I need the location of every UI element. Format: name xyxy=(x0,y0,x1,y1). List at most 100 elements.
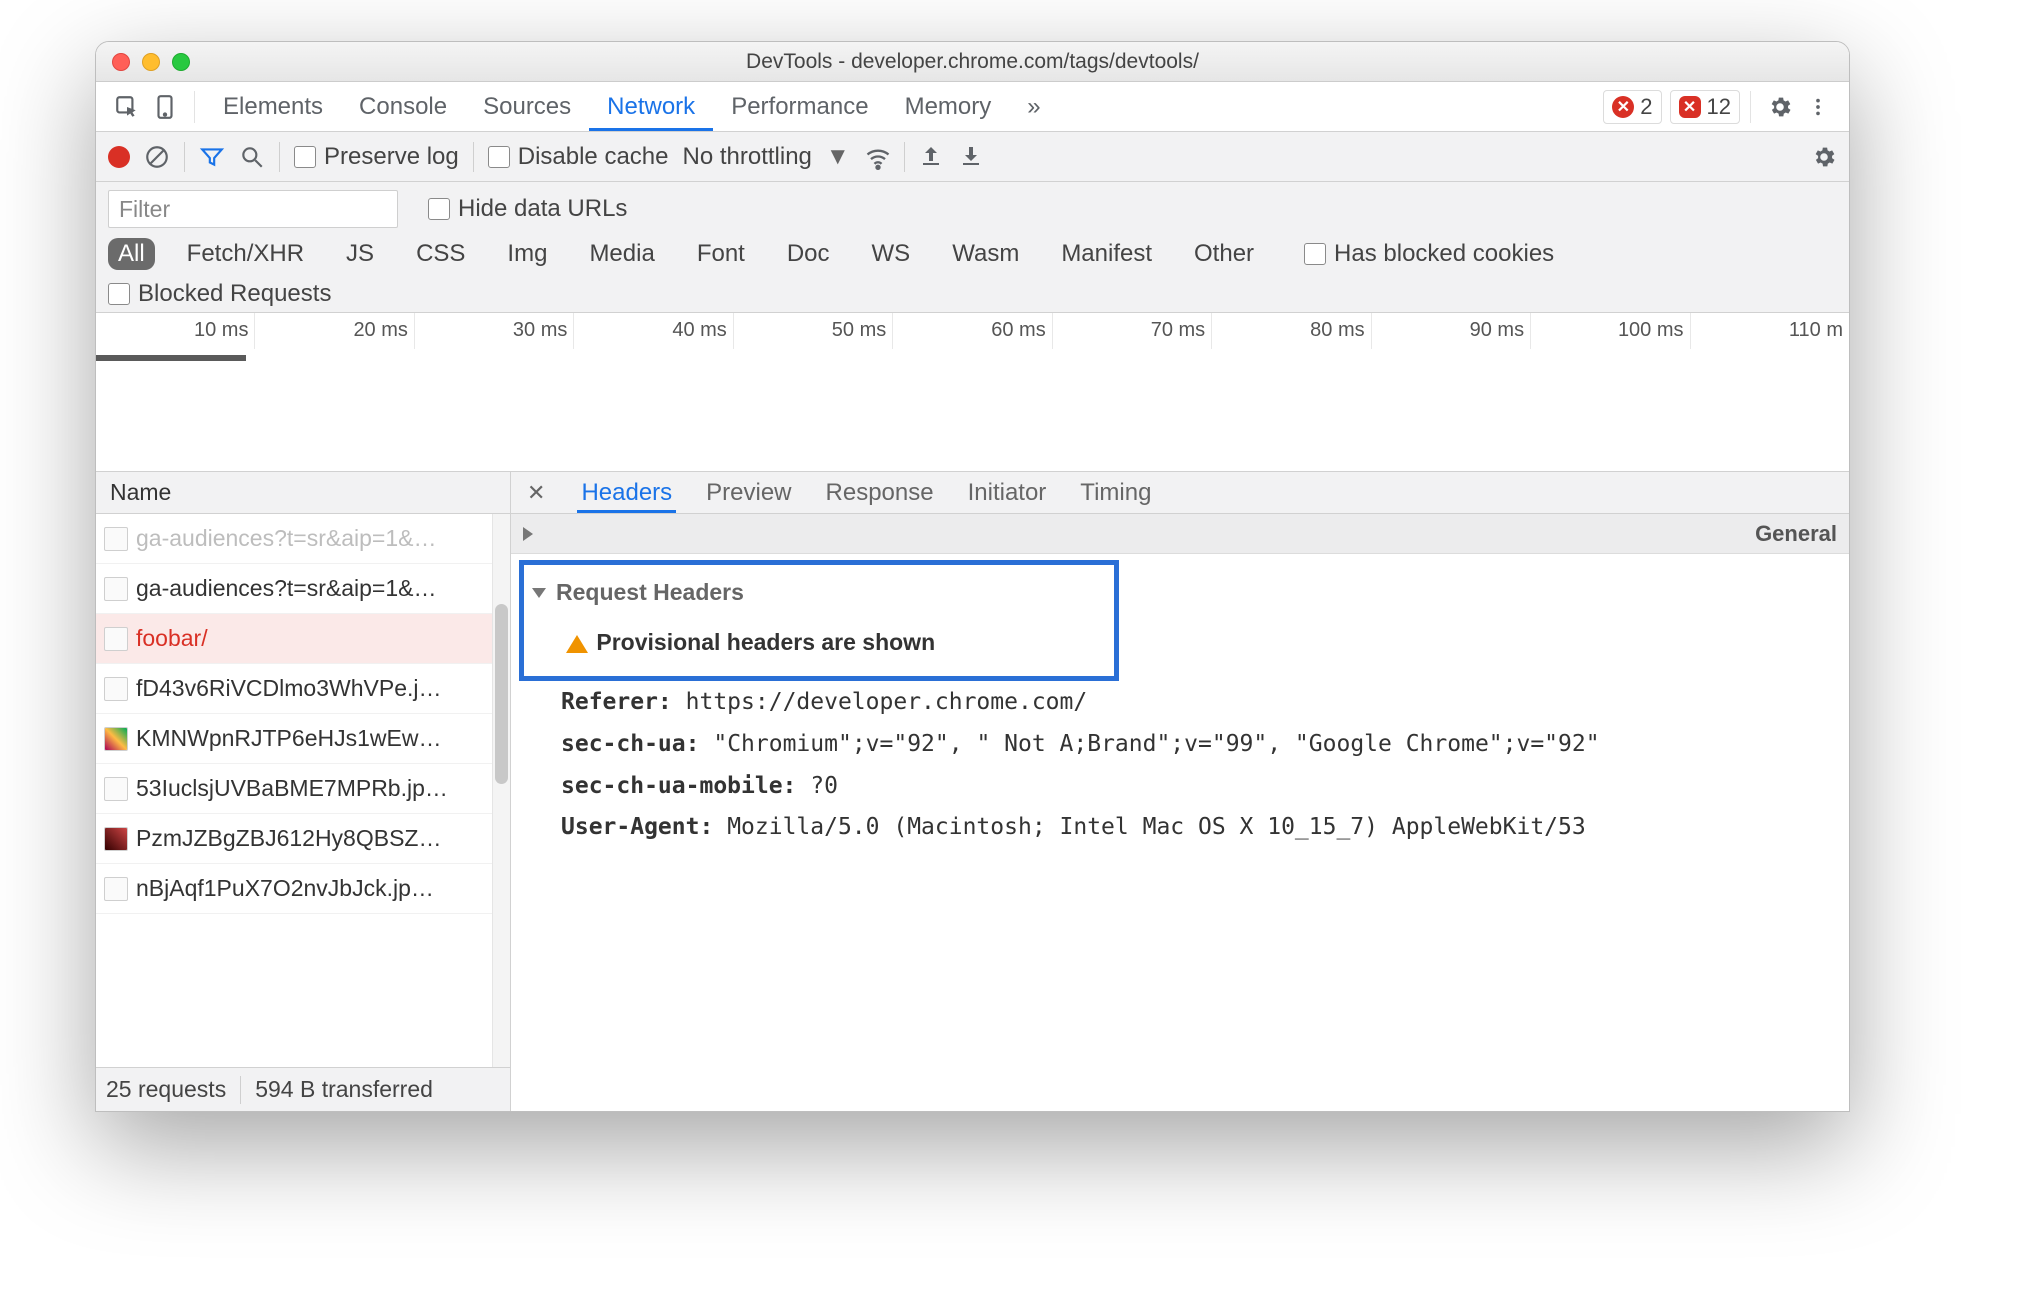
chevron-down-icon: ▼ xyxy=(826,143,850,171)
hide-data-urls-checkbox[interactable]: Hide data URLs xyxy=(428,195,627,223)
warning-icon xyxy=(566,635,588,653)
file-icon xyxy=(104,527,128,551)
timeline-tick: 10 ms xyxy=(96,313,255,349)
network-settings-gear-icon[interactable] xyxy=(1811,144,1837,170)
filter-bar: Filter Hide data URLs All Fetch/XHR JS C… xyxy=(96,182,1849,312)
filter-funnel-icon[interactable] xyxy=(199,144,225,170)
request-row[interactable]: ga-audiences?t=sr&aip=1&… xyxy=(96,514,510,564)
request-row[interactable]: 53IuclsjUVBaBME7MPRb.jp… xyxy=(96,764,510,814)
section-general[interactable]: General xyxy=(511,514,1849,554)
filter-type-manifest[interactable]: Manifest xyxy=(1051,238,1162,270)
checkbox-icon xyxy=(428,198,450,220)
checkbox-icon xyxy=(108,283,130,305)
device-toolbar-icon[interactable] xyxy=(146,88,184,126)
filter-type-css[interactable]: CSS xyxy=(406,238,475,270)
request-row-selected[interactable]: foobar/ xyxy=(96,614,510,664)
tab-memory[interactable]: Memory xyxy=(887,82,1010,131)
request-list-header[interactable]: Name xyxy=(96,472,510,514)
devtools-tabstrip: Elements Console Sources Network Perform… xyxy=(96,82,1849,132)
separator xyxy=(279,142,280,172)
timeline-bar xyxy=(96,355,246,361)
network-toolbar: Preserve log Disable cache No throttling… xyxy=(96,132,1849,182)
highlight-box: Request Headers Provisional headers are … xyxy=(519,560,1119,681)
settings-gear-icon[interactable] xyxy=(1761,88,1799,126)
timeline-overview[interactable]: 10 ms 20 ms 30 ms 40 ms 50 ms 60 ms 70 m… xyxy=(96,312,1849,472)
tab-headers[interactable]: Headers xyxy=(577,472,676,513)
title-bar[interactable]: DevTools - developer.chrome.com/tags/dev… xyxy=(96,42,1849,82)
filter-type-all[interactable]: All xyxy=(108,238,155,270)
header-row: sec-ch-ua: "Chromium";v="92", " Not A;Br… xyxy=(527,727,1829,763)
has-blocked-cookies-checkbox[interactable]: Has blocked cookies xyxy=(1304,240,1554,268)
file-icon xyxy=(104,877,128,901)
filter-type-media[interactable]: Media xyxy=(579,238,664,270)
timeline-tick: 50 ms xyxy=(734,313,893,349)
tab-response[interactable]: Response xyxy=(822,472,938,513)
request-row[interactable]: ga-audiences?t=sr&aip=1&… xyxy=(96,564,510,614)
tab-network[interactable]: Network xyxy=(589,82,713,131)
zoom-window-icon[interactable] xyxy=(172,53,190,71)
tab-more[interactable]: » xyxy=(1009,82,1058,131)
error-icon: ✕ xyxy=(1612,96,1634,118)
close-detail-button[interactable]: ✕ xyxy=(521,480,551,506)
section-request-headers[interactable]: Request Headers xyxy=(532,575,1102,611)
network-conditions-icon[interactable] xyxy=(864,144,890,170)
error-count-circle[interactable]: ✕ 2 xyxy=(1603,90,1661,124)
filter-input[interactable]: Filter xyxy=(108,190,398,228)
request-row[interactable]: PzmJZBgZBJ612Hy8QBSZ… xyxy=(96,814,510,864)
file-icon xyxy=(104,577,128,601)
request-list-panel: Name ga-audiences?t=sr&aip=1&… ga-audien… xyxy=(96,472,511,1111)
disable-cache-checkbox[interactable]: Disable cache xyxy=(488,143,669,171)
file-icon xyxy=(104,627,128,651)
timeline-tick: 20 ms xyxy=(255,313,414,349)
scrollbar[interactable] xyxy=(492,514,510,1067)
timeline-tick: 110 m xyxy=(1691,313,1849,349)
clear-icon[interactable] xyxy=(144,144,170,170)
provisional-headers-warning: Provisional headers are shown xyxy=(596,629,935,655)
separator xyxy=(473,142,474,172)
download-har-icon[interactable] xyxy=(959,144,985,170)
status-bar: 25 requests 594 B transferred xyxy=(96,1067,510,1111)
preserve-log-checkbox[interactable]: Preserve log xyxy=(294,143,459,171)
error-count-square[interactable]: ✕ 12 xyxy=(1670,90,1740,124)
request-list[interactable]: ga-audiences?t=sr&aip=1&… ga-audiences?t… xyxy=(96,514,510,1067)
request-row[interactable]: fD43v6RiVCDlmo3WhVPe.j… xyxy=(96,664,510,714)
record-button[interactable] xyxy=(108,146,130,168)
filter-type-doc[interactable]: Doc xyxy=(777,238,840,270)
transferred-size: 594 B transferred xyxy=(255,1076,433,1103)
scrollbar-thumb[interactable] xyxy=(495,604,508,784)
separator xyxy=(1750,91,1751,123)
throttling-dropdown[interactable]: No throttling ▼ xyxy=(682,143,849,171)
tab-timing[interactable]: Timing xyxy=(1076,472,1155,513)
upload-har-icon[interactable] xyxy=(919,144,945,170)
separator xyxy=(194,91,195,123)
search-icon[interactable] xyxy=(239,144,265,170)
blocked-requests-checkbox[interactable]: Blocked Requests xyxy=(108,280,331,308)
filter-type-ws[interactable]: WS xyxy=(862,238,921,270)
timeline-tick: 70 ms xyxy=(1053,313,1212,349)
close-window-icon[interactable] xyxy=(112,53,130,71)
tab-sources[interactable]: Sources xyxy=(465,82,589,131)
error-icon: ✕ xyxy=(1679,96,1701,118)
filter-type-fetch-xhr[interactable]: Fetch/XHR xyxy=(177,238,314,270)
request-count: 25 requests xyxy=(106,1076,226,1103)
tab-console[interactable]: Console xyxy=(341,82,465,131)
tab-initiator[interactable]: Initiator xyxy=(964,472,1051,513)
header-row: Referer: https://developer.chrome.com/ xyxy=(527,685,1829,721)
filter-type-js[interactable]: JS xyxy=(336,238,384,270)
file-icon xyxy=(104,677,128,701)
tab-elements[interactable]: Elements xyxy=(205,82,341,131)
filter-type-font[interactable]: Font xyxy=(687,238,755,270)
inspect-element-icon[interactable] xyxy=(108,88,146,126)
minimize-window-icon[interactable] xyxy=(142,53,160,71)
filter-type-other[interactable]: Other xyxy=(1184,238,1264,270)
filter-type-img[interactable]: Img xyxy=(497,238,557,270)
tab-preview[interactable]: Preview xyxy=(702,472,795,513)
request-row[interactable]: nBjAqf1PuX7O2nvJbJck.jp… xyxy=(96,864,510,914)
disclosure-right-icon xyxy=(523,527,1747,541)
request-row[interactable]: KMNWpnRJTP6eHJs1wEw… xyxy=(96,714,510,764)
timeline-tick: 30 ms xyxy=(415,313,574,349)
separator xyxy=(184,142,185,172)
filter-type-wasm[interactable]: Wasm xyxy=(942,238,1029,270)
kebab-menu-icon[interactable] xyxy=(1799,88,1837,126)
tab-performance[interactable]: Performance xyxy=(713,82,886,131)
